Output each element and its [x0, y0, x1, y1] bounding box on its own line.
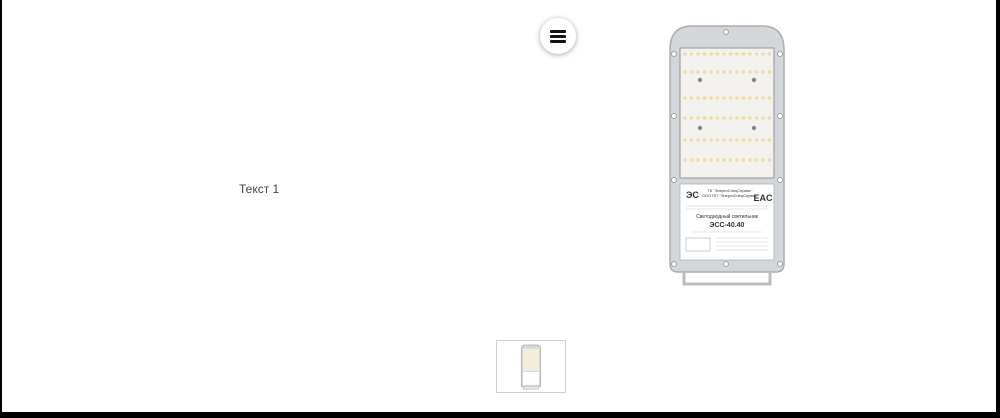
page-frame: Текст 1 ЭС ГК "ЭнергоСпецСервис" ООО ПП …	[2, 0, 996, 412]
maker-line2: ООО ПП "ЭнергоСпецСервис"	[702, 193, 759, 198]
slide-caption: Текст 1	[239, 182, 280, 196]
thumbnail-image	[520, 344, 542, 389]
thumbnail-product[interactable]	[496, 340, 566, 393]
product-image: ЭС ГК "ЭнергоСпецСервис" ООО ПП "ЭнергоС…	[669, 25, 785, 286]
product-title: Светодиодный светильник	[696, 213, 758, 220]
hamburger-menu-icon	[550, 29, 566, 43]
logo-mark: ЭС	[686, 190, 699, 200]
eac-mark: EAC	[753, 193, 773, 203]
product-model: ЭСС-40.40	[710, 222, 745, 229]
menu-button[interactable]	[540, 18, 576, 54]
